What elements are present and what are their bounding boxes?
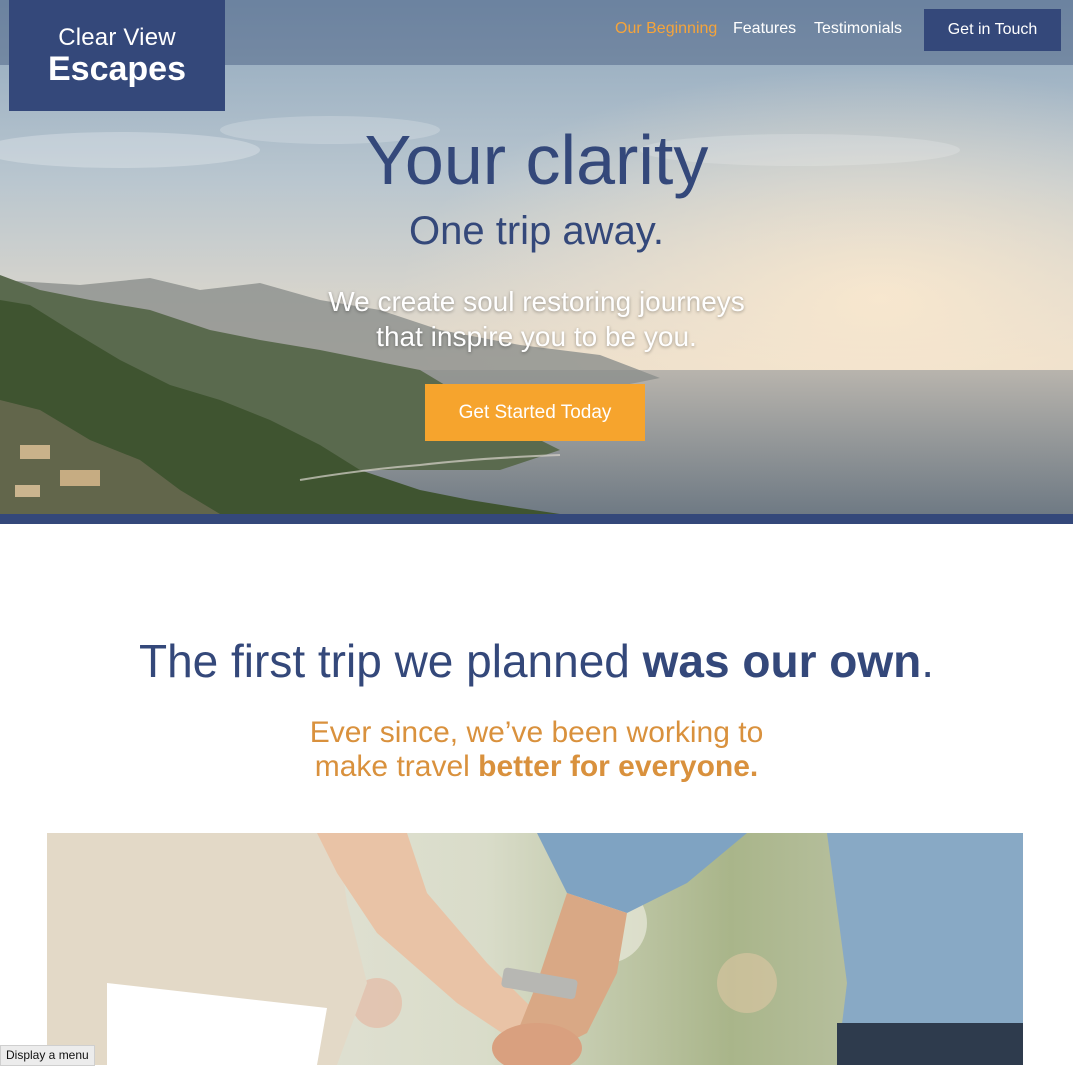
story-lead-line-2-emphasis: better for everyone. (478, 750, 759, 783)
story-lead-line-2: make travel better for everyone. (0, 750, 1073, 784)
hero-bottom-band (0, 514, 1073, 524)
nav-link-testimonials[interactable]: Testimonials (814, 20, 902, 38)
get-in-touch-button[interactable]: Get in Touch (924, 9, 1061, 51)
story-title: The first trip we planned was our own. (0, 630, 1073, 692)
story-title-part-1: The first trip we planned (138, 635, 643, 687)
story-title-emphasis: was our own (642, 635, 922, 687)
hero-subtitle: One trip away. (409, 209, 664, 253)
story-lead-line-1: Ever since, we’ve been working to (309, 716, 764, 749)
nav-link-our-beginning[interactable]: Our Beginning (615, 20, 717, 38)
couple-holding-hands-photo (47, 833, 1023, 1065)
hero-title: Your clarity (364, 121, 709, 199)
brand-logo[interactable]: Clear View Escapes (9, 0, 225, 111)
hero-lead-text: We create soul restoring journeys that i… (0, 284, 1073, 354)
story-title-period: . (921, 635, 935, 687)
story-lead-line-2-normal: make travel (314, 750, 479, 783)
brand-name-line1: Clear View (58, 23, 176, 51)
hero-lead-line-2: that inspire you to be you. (376, 321, 697, 352)
hero-lead-line-1: We create soul restoring journeys (328, 286, 745, 317)
hero-section: Clear View Escapes Our Beginning Feature… (0, 0, 1073, 514)
story-lead-text: Ever since, we’ve been working to make t… (0, 716, 1073, 784)
brand-name-line2: Escapes (48, 49, 186, 88)
display-menu-tooltip: Display a menu (0, 1045, 95, 1066)
couple-photo-illustration (47, 833, 1023, 1065)
nav-link-features[interactable]: Features (733, 20, 796, 38)
get-started-button[interactable]: Get Started Today (425, 384, 645, 441)
